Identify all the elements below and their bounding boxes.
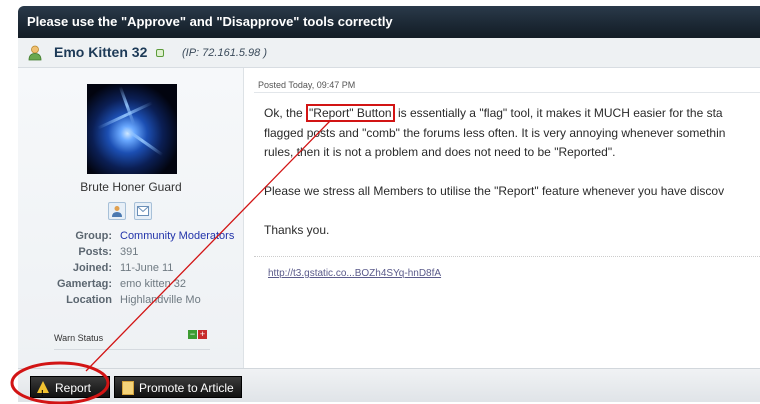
post-line: flagged posts and "comb" the forums less… (264, 125, 726, 140)
signature-divider (254, 256, 760, 257)
info-row-gamertag: Gamertag: emo kitten 32 (56, 278, 187, 290)
post-container: Brute Honer Guard Group: Community Moder… (18, 68, 760, 368)
post-line: Thanks you. (264, 223, 330, 237)
info-row-posts: Posts: 391 (78, 246, 139, 258)
view-profile-icon[interactable] (108, 202, 126, 220)
post-body: Ok, the "Report" Button is essentially a… (264, 104, 760, 241)
warn-status-label: Warn Status (54, 333, 104, 343)
post-author-bar: Emo Kitten 32 (IP: 72.161.5.98 ) (18, 38, 760, 68)
info-row-location: Location Highlandville Mo (66, 294, 201, 306)
send-message-icon[interactable] (134, 202, 152, 220)
profile-actions (108, 202, 152, 220)
topic-title: Please use the "Approve" and "Disapprove… (27, 14, 393, 29)
member-info: Group: Community Moderators Posts: 391 J… (28, 228, 243, 308)
post-controls-bar: ! Report Promote to Article (18, 368, 760, 402)
topic-title-bar: Please use the "Approve" and "Disapprove… (18, 6, 760, 38)
author-name-link[interactable]: Emo Kitten 32 (54, 44, 147, 60)
post-content: Posted Today, 09:47 PM Ok, the "Report" … (244, 68, 760, 368)
avatar[interactable] (87, 84, 177, 174)
group-link[interactable]: Community Moderators (120, 228, 234, 244)
promote-to-article-button[interactable]: Promote to Article (114, 376, 242, 398)
online-status-icon (156, 49, 164, 57)
author-ip: (IP: 72.161.5.98 ) (182, 47, 267, 59)
member-rank: Brute Honer Guard (80, 180, 182, 194)
post-line: Ok, the "Report" Button is essentially a… (264, 104, 723, 122)
author-sidebar: Brute Honer Guard Group: Community Moder… (18, 68, 244, 368)
warn-status: Warn Status − + (54, 330, 210, 350)
info-row-joined: Joined: 11-June 11 (72, 262, 174, 274)
warn-decrease-icon[interactable]: − (188, 330, 197, 339)
warn-increase-icon[interactable]: + (198, 330, 207, 339)
post-line: Please we stress all Members to utilise … (264, 184, 725, 198)
post-date: Posted Today, 09:47 PM (258, 80, 356, 90)
info-row-group: Group: Community Moderators (75, 228, 235, 244)
document-icon (122, 381, 134, 395)
signature-link[interactable]: http://t3.gstatic.co...BOZh4SYq-hnD8fA (268, 268, 441, 279)
report-button[interactable]: ! Report (30, 376, 110, 398)
report-button-highlight: "Report" Button (306, 104, 395, 122)
post-divider (254, 92, 760, 93)
post-line: rules, then it is not a problem and does… (264, 145, 616, 159)
user-icon (28, 45, 42, 61)
